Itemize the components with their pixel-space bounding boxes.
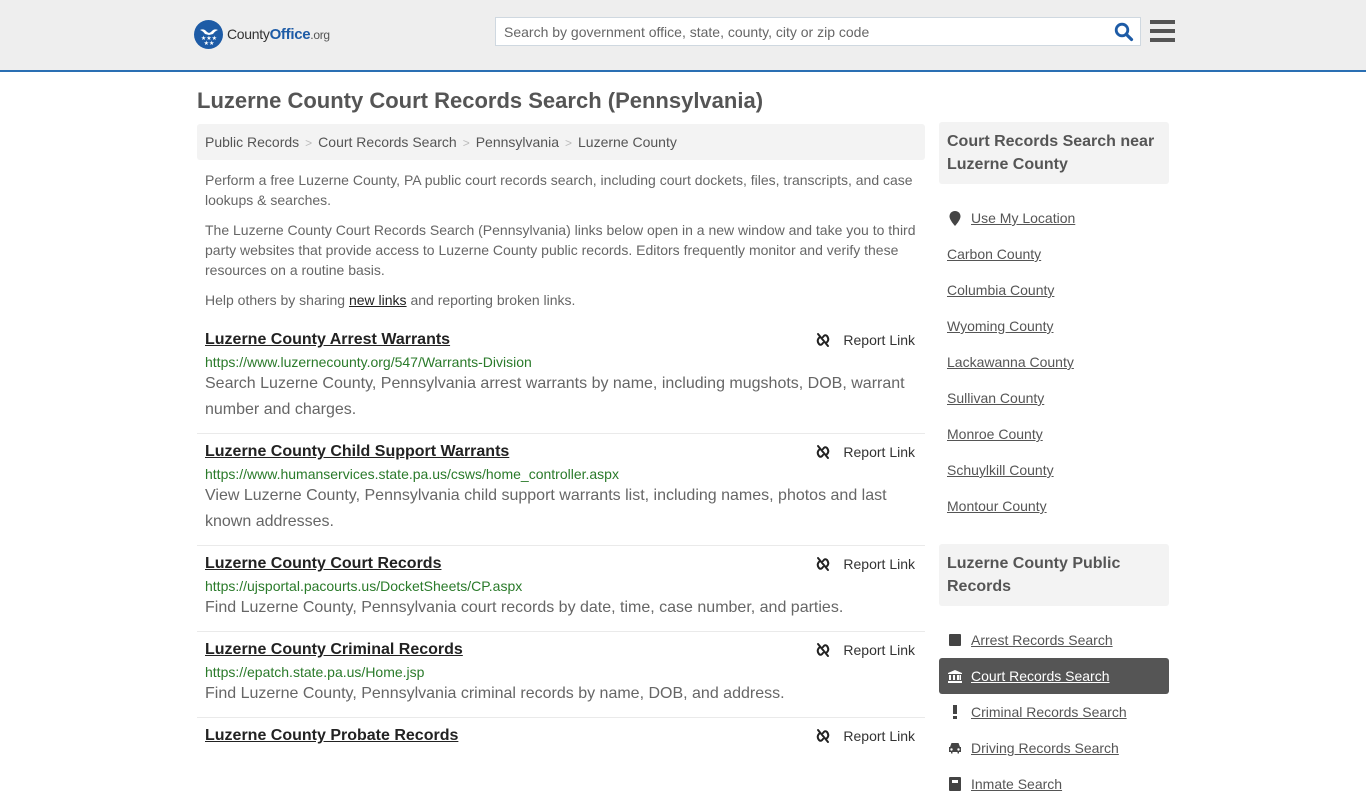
breadcrumb-separator: > <box>462 136 470 150</box>
result-url: https://ujsportal.pacourts.us/DocketShee… <box>205 578 523 594</box>
logo-text: CountyOffice.org <box>227 26 330 43</box>
search-button[interactable] <box>1114 22 1134 42</box>
broken-link-icon <box>817 557 830 571</box>
broken-link-icon <box>817 333 830 347</box>
intro-text: Perform a free Luzerne County, PA public… <box>205 170 920 320</box>
page-title: Luzerne County Court Records Search (Pen… <box>197 88 764 113</box>
new-links-link[interactable]: new links <box>349 292 407 308</box>
result-item: Luzerne County Probate Records Report Li… <box>197 718 925 755</box>
report-link-button[interactable]: Report Link <box>815 332 915 348</box>
eagle-logo-icon: ★★★ ★★ <box>194 20 223 49</box>
result-title-link[interactable]: Luzerne County Child Support Warrants <box>205 443 509 461</box>
result-url: https://www.luzernecounty.org/547/Warran… <box>205 354 532 370</box>
breadcrumb-public-records[interactable]: Public Records <box>205 134 299 150</box>
breadcrumb-court-records-search[interactable]: Court Records Search <box>318 134 457 150</box>
county-link-columbia[interactable]: Columbia County <box>947 282 1054 298</box>
nearby-county-item: Sullivan County <box>947 380 1161 416</box>
result-item: Luzerne County Child Support Warrants Re… <box>197 434 925 546</box>
map-marker-icon <box>947 210 963 226</box>
report-link-button[interactable]: Report Link <box>815 642 915 658</box>
breadcrumb-separator: > <box>305 136 313 150</box>
exclamation-icon <box>947 705 963 719</box>
nearby-county-item: Wyoming County <box>947 308 1161 344</box>
nearby-county-list: Use My Location Carbon County Columbia C… <box>939 192 1169 524</box>
county-link-lackawanna[interactable]: Lackawanna County <box>947 354 1074 370</box>
use-location-item: Use My Location <box>947 200 1161 236</box>
public-record-item: Arrest Records Search <box>947 622 1161 658</box>
results-list: Luzerne County Arrest Warrants Report Li… <box>197 322 925 755</box>
nearby-county-item: Schuylkill County <box>947 452 1161 488</box>
search-icon <box>1114 22 1134 42</box>
broken-link-icon <box>817 729 830 743</box>
county-link-schuylkill[interactable]: Schuylkill County <box>947 462 1054 478</box>
nearby-county-item: Monroe County <box>947 416 1161 452</box>
public-record-item-active: Court Records Search <box>939 658 1169 694</box>
search-box <box>495 17 1141 46</box>
broken-link-icon <box>817 643 830 657</box>
site-header: ★★★ ★★ CountyOffice.org <box>0 0 1366 72</box>
square-icon <box>947 634 963 646</box>
result-title-link[interactable]: Luzerne County Court Records <box>205 555 441 573</box>
public-record-item: Inmate Search <box>947 766 1161 802</box>
arrest-records-search-link[interactable]: Arrest Records Search <box>971 632 1113 648</box>
public-records-list: Arrest Records Search Court Records Sear… <box>939 614 1169 802</box>
menu-icon-bar <box>1150 29 1175 33</box>
inmate-search-link[interactable]: Inmate Search <box>971 776 1062 792</box>
result-description: Find Luzerne County, Pennsylvania court … <box>205 599 844 616</box>
public-record-item: Criminal Records Search <box>947 694 1161 730</box>
breadcrumb-luzerne-county[interactable]: Luzerne County <box>578 134 677 150</box>
public-records-heading: Luzerne County Public Records <box>939 544 1169 606</box>
result-item: Luzerne County Court Records Report Link… <box>197 546 925 632</box>
result-description: Find Luzerne County, Pennsylvania crimin… <box>205 685 785 702</box>
result-description: Search Luzerne County, Pennsylvania arre… <box>205 375 905 418</box>
public-record-item: Driving Records Search <box>947 730 1161 766</box>
report-link-button[interactable]: Report Link <box>815 728 915 744</box>
sidebar: Court Records Search near Luzerne County… <box>939 122 1169 802</box>
hamburger-menu-button[interactable] <box>1150 20 1175 42</box>
logo-link[interactable]: ★★★ ★★ CountyOffice.org <box>194 20 330 49</box>
nearby-county-item: Carbon County <box>947 236 1161 272</box>
county-link-sullivan[interactable]: Sullivan County <box>947 390 1044 406</box>
nearby-heading: Court Records Search near Luzerne County <box>939 122 1169 184</box>
result-description: View Luzerne County, Pennsylvania child … <box>205 487 887 530</box>
nearby-county-item: Montour County <box>947 488 1161 524</box>
report-link-button[interactable]: Report Link <box>815 444 915 460</box>
menu-icon-bar <box>1150 38 1175 42</box>
intro-paragraph-2: The Luzerne County Court Records Search … <box>205 222 916 278</box>
report-link-button[interactable]: Report Link <box>815 556 915 572</box>
county-link-monroe[interactable]: Monroe County <box>947 426 1043 442</box>
breadcrumb-separator: > <box>564 136 572 150</box>
county-link-wyoming[interactable]: Wyoming County <box>947 318 1053 334</box>
inmate-icon <box>947 777 963 791</box>
breadcrumb-pennsylvania[interactable]: Pennsylvania <box>476 134 559 150</box>
result-title-link[interactable]: Luzerne County Probate Records <box>205 727 458 745</box>
nearby-county-item: Lackawanna County <box>947 344 1161 380</box>
car-icon <box>947 742 963 754</box>
result-item: Luzerne County Criminal Records Report L… <box>197 632 925 718</box>
result-item: Luzerne County Arrest Warrants Report Li… <box>197 322 925 434</box>
svg-text:★★: ★★ <box>203 40 214 46</box>
county-link-montour[interactable]: Montour County <box>947 498 1047 514</box>
result-title-link[interactable]: Luzerne County Arrest Warrants <box>205 331 450 349</box>
county-link-carbon[interactable]: Carbon County <box>947 246 1041 262</box>
use-my-location-link[interactable]: Use My Location <box>971 210 1075 226</box>
intro-paragraph-1: Perform a free Luzerne County, PA public… <box>205 172 913 208</box>
court-records-search-link[interactable]: Court Records Search <box>971 668 1110 684</box>
search-input[interactable] <box>496 18 1096 45</box>
driving-records-search-link[interactable]: Driving Records Search <box>971 740 1119 756</box>
result-url: https://epatch.state.pa.us/Home.jsp <box>205 664 425 680</box>
menu-icon-bar <box>1150 20 1175 24</box>
nearby-county-item: Columbia County <box>947 272 1161 308</box>
criminal-records-search-link[interactable]: Criminal Records Search <box>971 704 1127 720</box>
result-url: https://www.humanservices.state.pa.us/cs… <box>205 466 619 482</box>
breadcrumb: Public Records > Court Records Search > Penn… <box>197 124 925 160</box>
broken-link-icon <box>817 445 830 459</box>
result-title-link[interactable]: Luzerne County Criminal Records <box>205 641 463 659</box>
intro-paragraph-3: Help others by sharing new links and rep… <box>205 292 576 308</box>
courthouse-icon <box>947 669 963 683</box>
